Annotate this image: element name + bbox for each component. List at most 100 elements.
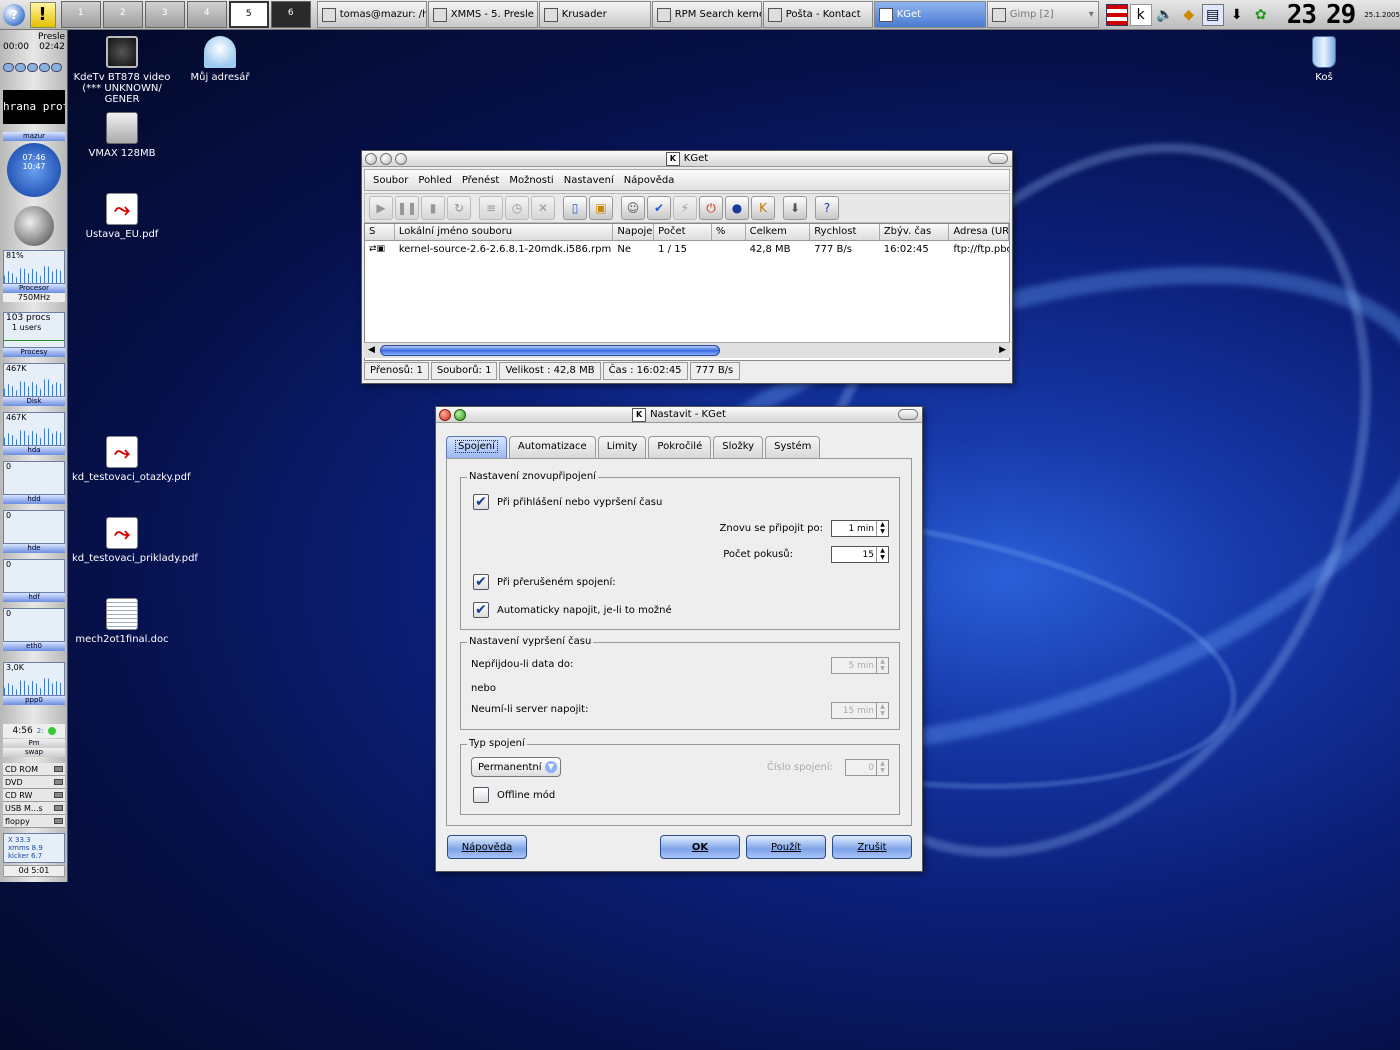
shade-icon[interactable] [988,153,1008,164]
desktop-icon-otazky[interactable]: ⤳ kd_testovaci_otazky.pdf [72,436,191,483]
menu-pohled[interactable]: Pohled [418,175,451,186]
desktop-icon-vmax[interactable]: VMAX 128MB [72,112,172,159]
scroll-right-icon[interactable]: ▶ [999,345,1006,355]
next-icon[interactable] [51,63,62,72]
spin-arrows-icon[interactable]: ▲ ▼ [876,760,888,775]
scroll-thumb[interactable] [380,345,720,356]
connection-type-select[interactable]: Permanentní ▼ [471,757,561,777]
spin-arrows-icon[interactable]: ▲ ▼ [876,658,888,673]
queue-icon[interactable]: ≡ [479,196,503,220]
spin-arrows-icon[interactable]: ▲ ▼ [876,547,888,562]
use-last-dir-icon[interactable]: ✔ [647,196,671,220]
scroll-left-icon[interactable]: ◀ [368,345,375,355]
col-url[interactable]: Adresa (UR [949,224,1009,240]
offline-mode-icon[interactable]: ⏻ [699,196,723,220]
col-filename[interactable]: Lokální jméno souboru [395,224,614,240]
globe-icon[interactable]: ● [725,196,749,220]
apply-button[interactable]: Použít [746,835,826,859]
col-speed[interactable]: Rychlost [810,224,880,240]
pager-desktop-5[interactable]: 5 [228,1,269,28]
no-data-spinbox[interactable]: 5 min ▲ ▼ [831,657,889,674]
desktop-icon-home[interactable]: Můj adresář [170,36,270,83]
minimize-icon[interactable] [380,153,392,165]
menu-prenest[interactable]: Přenést [462,175,500,186]
auto-disconnect-icon[interactable]: ⚡ [673,196,697,220]
help-button[interactable]: Nápověda [447,835,527,859]
on-broken-checkbox[interactable]: ✔ Při přerušeném spojení: [473,574,616,590]
task-kontact[interactable]: Pošta - Kontact [762,1,873,28]
mount-cdrom[interactable]: CD ROM [3,763,65,776]
on-login-timeout-checkbox[interactable]: ✔ Při přihlášení nebo vypršení času [473,494,662,510]
minimize-icon[interactable] [454,409,466,421]
tab-slozky[interactable]: Složky [713,436,764,458]
col-percent[interactable]: % [712,224,746,240]
spin-arrows-icon[interactable]: ▲ ▼ [876,703,888,718]
pause-icon[interactable] [27,63,38,72]
menu-napoveda[interactable]: Nápověda [624,175,675,186]
horizontal-scrollbar[interactable]: ◀ ▶ [364,342,1010,358]
col-status[interactable]: S [365,224,395,240]
col-count[interactable]: Počet [654,224,712,240]
paste-icon[interactable]: ▣ [589,196,613,220]
klipper-icon[interactable]: k [1129,3,1152,26]
reconnect-after-spinbox[interactable]: 1 min ▲ ▼ [831,520,889,537]
stop-icon[interactable]: ✕ [531,196,555,220]
expert-mode-icon[interactable]: ☺ [621,196,645,220]
keyboard-layout-flag-icon[interactable] [1105,3,1128,26]
col-total[interactable]: Celkem [746,224,811,240]
update-icon[interactable]: ▤ [1201,3,1224,26]
open-book-icon[interactable]: ▯ [563,196,587,220]
task-terminal[interactable]: tomas@mazur: /ho [316,1,427,28]
offline-mode-checkbox[interactable]: Offline mód [473,787,555,803]
download-icon[interactable]: ⬇ [1226,4,1248,26]
desktop-icon-trash[interactable]: Koš [1274,36,1374,83]
col-resume[interactable]: Napoje [613,224,655,240]
tab-limity[interactable]: Limity [597,436,647,458]
task-rpm-search[interactable]: RPM Search kerne [651,1,762,28]
auto-resume-checkbox[interactable]: ✔ Automaticky napojit, je-li to možné [473,602,672,618]
desktop-icon-kdetv[interactable]: KdeTv BT878 video (*** UNKNOWN/ GENER [72,36,172,105]
tab-automatizace[interactable]: Automatizace [508,436,596,458]
cancel-button[interactable]: Zrušit [832,835,912,859]
help-icon[interactable]: ? [815,196,839,220]
speaker-icon[interactable]: 🔈 [1154,4,1176,26]
kmenu-button[interactable]: ? [0,1,28,29]
play-icon[interactable] [15,63,26,72]
restart-icon[interactable]: ↻ [447,196,471,220]
drop-target-icon[interactable]: K [751,196,775,220]
tries-spinbox[interactable]: 15 ▲ ▼ [831,546,889,563]
download-icon[interactable]: ⬇ [783,196,807,220]
task-krusader[interactable]: Krusader [538,1,651,28]
prev-icon[interactable] [3,63,14,72]
tab-system[interactable]: Systém [765,436,821,458]
clover-icon[interactable]: ✿ [1250,4,1272,26]
tab-spojeni[interactable]: Spojení [446,436,507,458]
ok-button[interactable]: OK [660,835,740,859]
mount-usb[interactable]: USB M...s [3,802,65,815]
mount-cdrw[interactable]: CD RW [3,789,65,802]
spin-arrows-icon[interactable]: ▲ ▼ [876,521,888,536]
task-kget[interactable]: KGet [873,1,986,28]
pause-icon[interactable]: ❚❚ [395,196,419,220]
timer-icon[interactable]: ◷ [505,196,529,220]
pager-desktop-3[interactable]: 3 [144,1,185,28]
shade-icon[interactable] [898,409,918,420]
close-icon[interactable] [439,409,451,421]
connection-number-spinbox[interactable]: 0 ▲ ▼ [845,759,889,776]
maximize-icon[interactable] [395,153,407,165]
desktop-icon-doc[interactable]: mech2ot1final.doc [72,598,172,645]
task-xmms[interactable]: XMMS - 5. Presle [427,1,538,28]
settings-titlebar[interactable]: K Nastavit - KGet [436,407,922,423]
tag-icon[interactable]: ◆ [1178,4,1200,26]
menu-moznosti[interactable]: Možnosti [509,175,553,186]
tab-pokrocile[interactable]: Pokročilé [648,436,712,458]
stop-icon[interactable] [39,63,50,72]
pager-desktop-4[interactable]: 4 [186,1,227,28]
kget-titlebar[interactable]: K KGet [362,151,1012,167]
table-row[interactable]: ⇄▣ kernel-source-2.6-2.6.8.1-20mdk.i586.… [365,241,1009,257]
warning-button[interactable]: ! [28,1,56,29]
mount-dvd[interactable]: DVD [3,776,65,789]
no-resume-spinbox[interactable]: 15 min ▲ ▼ [831,702,889,719]
mount-floppy[interactable]: floppy [3,815,65,828]
pager-desktop-6[interactable]: 6 [270,1,311,28]
